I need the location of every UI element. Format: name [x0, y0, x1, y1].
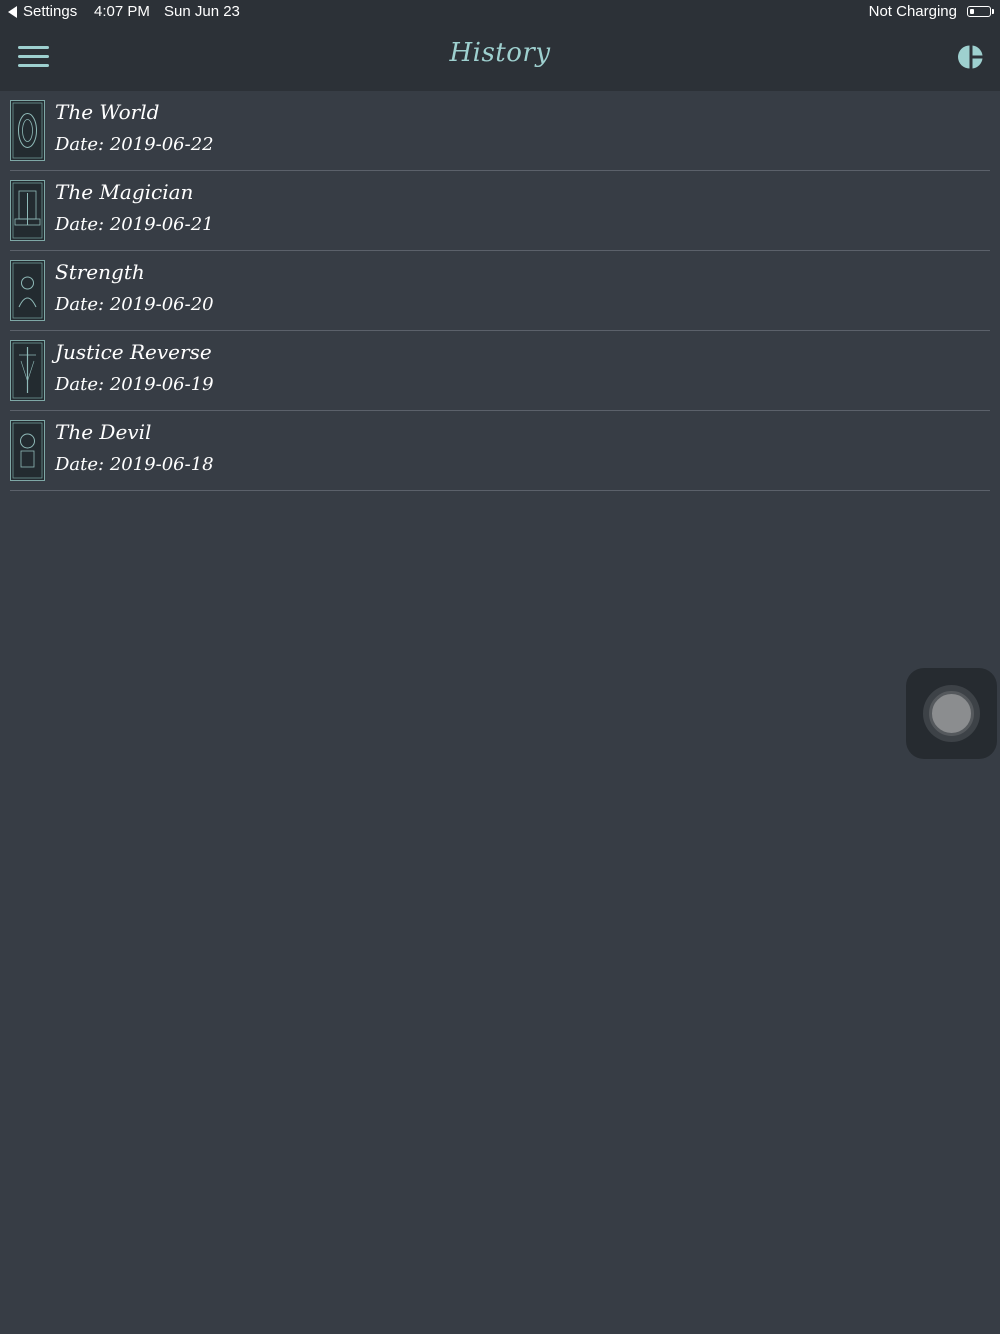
- tarot-card-thumbnail: [10, 180, 45, 241]
- status-time: 4:07 PM: [94, 3, 150, 20]
- card-date: Date: 2019-06-18: [55, 454, 214, 475]
- history-item[interactable]: The Magician Date: 2019-06-21: [0, 171, 1000, 251]
- history-screen: Settings 4:07 PM Sun Jun 23 Not Charging…: [0, 0, 1000, 1334]
- battery-level: [970, 9, 974, 14]
- card-date: Date: 2019-06-20: [55, 294, 214, 315]
- back-to-settings-link[interactable]: Settings: [8, 3, 77, 20]
- page-title: History: [449, 38, 551, 68]
- card-name: The World: [55, 100, 160, 124]
- nav-bar: History: [0, 24, 1000, 91]
- history-item[interactable]: The World Date: 2019-06-22: [0, 91, 1000, 171]
- status-bar: Settings 4:07 PM Sun Jun 23 Not Charging: [0, 0, 1000, 24]
- assistive-touch-button[interactable]: [906, 668, 997, 759]
- status-date: Sun Jun 23: [164, 3, 240, 20]
- card-name: Justice Reverse: [55, 340, 212, 364]
- history-item[interactable]: The Devil Date: 2019-06-18: [0, 411, 1000, 491]
- history-item[interactable]: Justice Reverse Date: 2019-06-19: [0, 331, 1000, 411]
- assistive-touch-dot: [929, 691, 974, 736]
- card-name: Strength: [55, 260, 145, 284]
- tarot-card-thumbnail: [10, 100, 45, 161]
- card-date: Date: 2019-06-22: [55, 134, 214, 155]
- card-date: Date: 2019-06-21: [55, 214, 214, 235]
- tarot-card-thumbnail: [10, 420, 45, 481]
- history-list: The World Date: 2019-06-22 The Magician Dat…: [0, 91, 1000, 491]
- card-date: Date: 2019-06-19: [55, 374, 214, 395]
- row-divider: [10, 490, 990, 491]
- history-item[interactable]: Strength Date: 2019-06-20: [0, 251, 1000, 331]
- card-name: The Devil: [55, 420, 152, 444]
- pie-chart-icon[interactable]: [958, 44, 984, 70]
- charging-status: Not Charging: [868, 3, 957, 20]
- back-triangle-icon: [8, 5, 17, 18]
- battery-icon: [967, 6, 994, 17]
- back-label: Settings: [23, 3, 78, 20]
- tarot-card-thumbnail: [10, 260, 45, 321]
- card-name: The Magician: [55, 180, 194, 204]
- tarot-card-thumbnail: [10, 340, 45, 401]
